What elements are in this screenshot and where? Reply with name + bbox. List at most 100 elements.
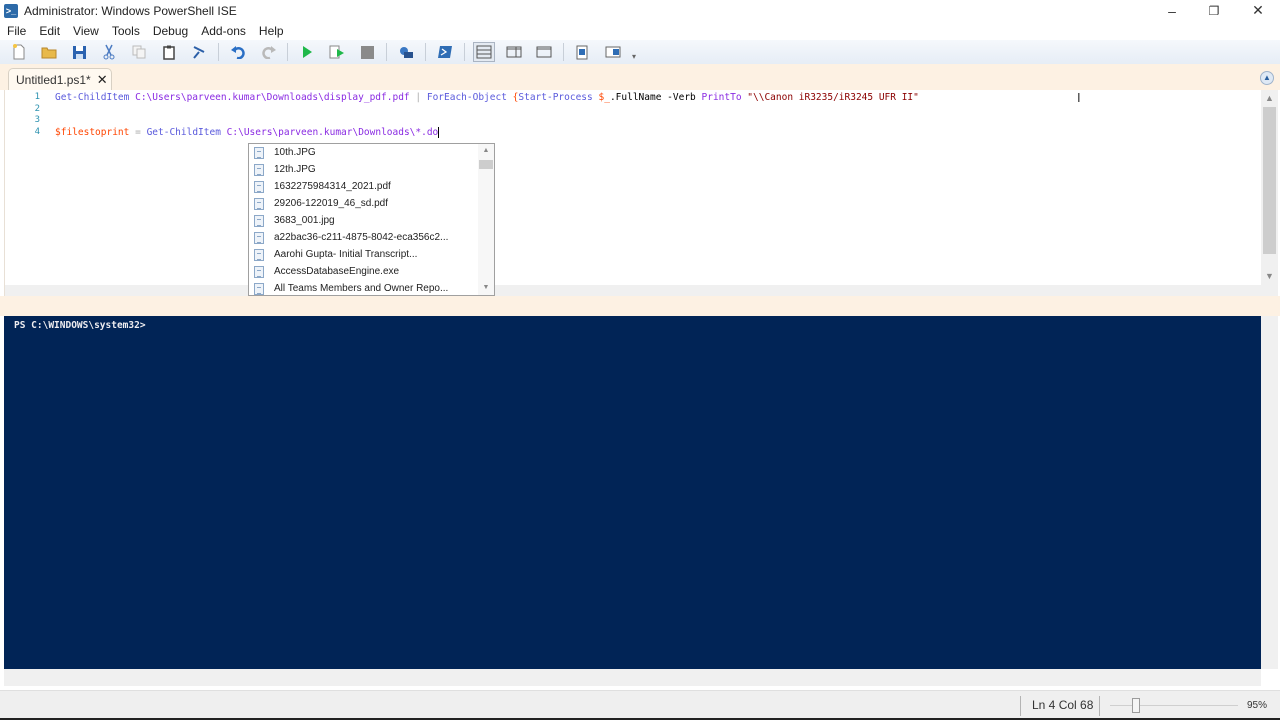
- zoom-slider-track[interactable]: [1110, 705, 1238, 706]
- intellisense-item[interactable]: 10th.JPG: [249, 144, 494, 161]
- console-vertical-scrollbar[interactable]: [1261, 316, 1278, 669]
- editor-vertical-scrollbar[interactable]: ▲ ▼: [1261, 90, 1278, 296]
- close-tab-icon[interactable]: ✕: [97, 72, 108, 88]
- show-commands-addon-button[interactable]: [602, 42, 624, 62]
- undo-button[interactable]: [227, 42, 249, 62]
- scroll-up-icon[interactable]: ▲: [478, 144, 494, 158]
- line-number: 3: [34, 115, 40, 125]
- collapse-script-pane-button[interactable]: ▲: [1260, 71, 1274, 85]
- script-editor[interactable]: 1 2 3 4 Get-ChildItem C:\Users\parveen.k…: [4, 90, 1278, 296]
- intellisense-item[interactable]: 3683_001.jpg: [249, 212, 494, 229]
- mouse-ibeam-cursor: I: [1077, 90, 1081, 105]
- menu-help[interactable]: Help: [259, 24, 284, 38]
- remote-tab-icon: [400, 46, 413, 58]
- intellisense-scrollbar[interactable]: ▲ ▼: [478, 144, 494, 295]
- intellisense-item[interactable]: All Teams Members and Owner Repo...: [249, 280, 494, 297]
- undo-icon: [230, 46, 245, 59]
- toolbar-separator: [563, 43, 564, 61]
- open-button[interactable]: [38, 42, 60, 62]
- file-icon: [254, 214, 264, 227]
- intellisense-item[interactable]: AccessDatabaseEngine.exe: [249, 263, 494, 280]
- console-pane[interactable]: PS C:\WINDOWS\system32>: [4, 316, 1261, 669]
- pane-splitter[interactable]: [0, 296, 1280, 316]
- scroll-down-icon[interactable]: ▼: [1261, 268, 1278, 285]
- zoom-level: 95%: [1247, 700, 1268, 711]
- clear-console-icon: [193, 46, 205, 59]
- chevron-up-icon: ▲: [1263, 73, 1271, 82]
- clear-console-button[interactable]: [188, 42, 210, 62]
- start-powershell-button[interactable]: [434, 42, 456, 62]
- code-token: C:\Users\parveen.kumar\Downloads\display…: [135, 92, 410, 103]
- editor-horizontal-scrollbar[interactable]: [5, 285, 1262, 296]
- redo-button[interactable]: [257, 42, 279, 62]
- show-script-max-icon: [536, 46, 552, 58]
- file-icon: [254, 282, 264, 295]
- close-button[interactable]: ✕: [1236, 0, 1280, 21]
- save-button[interactable]: [68, 42, 90, 62]
- code-token: -Verb: [667, 92, 696, 103]
- status-separator: [1020, 696, 1021, 716]
- intellisense-item-label: Aarohi Gupta- Initial Transcript...: [274, 249, 418, 260]
- menu-addons[interactable]: Add-ons: [201, 24, 246, 38]
- tab-label: Untitled1.ps1*: [16, 72, 91, 87]
- cursor-position: Ln 4 Col 68: [1032, 698, 1094, 712]
- intellisense-item[interactable]: 29206-122019_46_sd.pdf: [249, 195, 494, 212]
- file-icon: [254, 163, 264, 176]
- code-line[interactable]: Get-ChildItem C:\Users\parveen.kumar\Dow…: [55, 92, 919, 104]
- code-line[interactable]: [55, 115, 919, 127]
- code-token: $filestoprint: [55, 126, 130, 138]
- scroll-thumb[interactable]: [479, 160, 493, 169]
- cut-button[interactable]: [98, 42, 120, 62]
- code-area[interactable]: Get-ChildItem C:\Users\parveen.kumar\Dow…: [55, 92, 919, 138]
- menu-bar: File Edit View Tools Debug Add-ons Help: [0, 21, 1280, 40]
- menu-view[interactable]: View: [73, 24, 99, 38]
- minimize-button[interactable]: –: [1150, 0, 1194, 21]
- stop-icon: [360, 45, 374, 59]
- copy-button[interactable]: [128, 42, 150, 62]
- show-script-maximized-button[interactable]: [533, 42, 555, 62]
- intellisense-popup: 10th.JPG 12th.JPG 1632275984314_2021.pdf 29…: [248, 143, 495, 296]
- menu-file[interactable]: File: [7, 24, 26, 38]
- menu-debug[interactable]: Debug: [153, 24, 188, 38]
- file-icon: [254, 180, 264, 193]
- toolbar-overflow-icon[interactable]: ▾: [632, 52, 636, 61]
- console-horizontal-scrollbar[interactable]: [4, 669, 1261, 686]
- intellisense-item-label: 10th.JPG: [274, 147, 316, 158]
- line-number: 2: [34, 103, 40, 114]
- restore-button[interactable]: ❐: [1192, 0, 1236, 21]
- intellisense-item[interactable]: Aarohi Gupta- Initial Transcript...: [249, 246, 494, 263]
- code-line[interactable]: $filestoprint = Get-ChildItem C:\Users\p…: [55, 126, 919, 139]
- scroll-down-icon[interactable]: ▼: [478, 281, 494, 295]
- powershell-icon: >_: [4, 3, 18, 18]
- new-icon: [13, 44, 25, 60]
- run-icon: [303, 46, 312, 58]
- paste-icon: [163, 45, 175, 60]
- new-button[interactable]: [8, 42, 30, 62]
- file-icon: [254, 197, 264, 210]
- intellisense-item[interactable]: 12th.JPG: [249, 161, 494, 178]
- save-icon: [72, 45, 86, 59]
- paste-button[interactable]: [158, 42, 180, 62]
- new-remote-tab-button[interactable]: [395, 42, 417, 62]
- show-commands-button[interactable]: [572, 42, 594, 62]
- code-token: .FullName: [609, 92, 662, 103]
- menu-tools[interactable]: Tools: [112, 24, 140, 38]
- show-script-right-button[interactable]: [503, 42, 525, 62]
- zoom-slider-thumb[interactable]: [1132, 698, 1140, 713]
- intellisense-item-label: a22bac36-c211-4875-8042-eca356c2...: [274, 232, 449, 243]
- window-title: Administrator: Windows PowerShell ISE: [24, 3, 237, 18]
- scroll-up-icon[interactable]: ▲: [1261, 90, 1278, 107]
- show-script-top-button[interactable]: [473, 42, 495, 62]
- menu-edit[interactable]: Edit: [39, 24, 60, 38]
- intellisense-item[interactable]: a22bac36-c211-4875-8042-eca356c2...: [249, 229, 494, 246]
- show-script-right-icon: [506, 46, 522, 58]
- run-selection-button[interactable]: [326, 42, 348, 62]
- run-button[interactable]: [296, 42, 318, 62]
- stop-button[interactable]: [356, 42, 378, 62]
- scroll-thumb[interactable]: [1263, 107, 1276, 254]
- code-line[interactable]: [55, 104, 919, 116]
- intellisense-item[interactable]: 1632275984314_2021.pdf: [249, 178, 494, 195]
- intellisense-item-label: 3683_001.jpg: [274, 215, 335, 226]
- tab-untitled1[interactable]: Untitled1.ps1* ✕: [8, 68, 112, 90]
- file-icon: [254, 231, 264, 244]
